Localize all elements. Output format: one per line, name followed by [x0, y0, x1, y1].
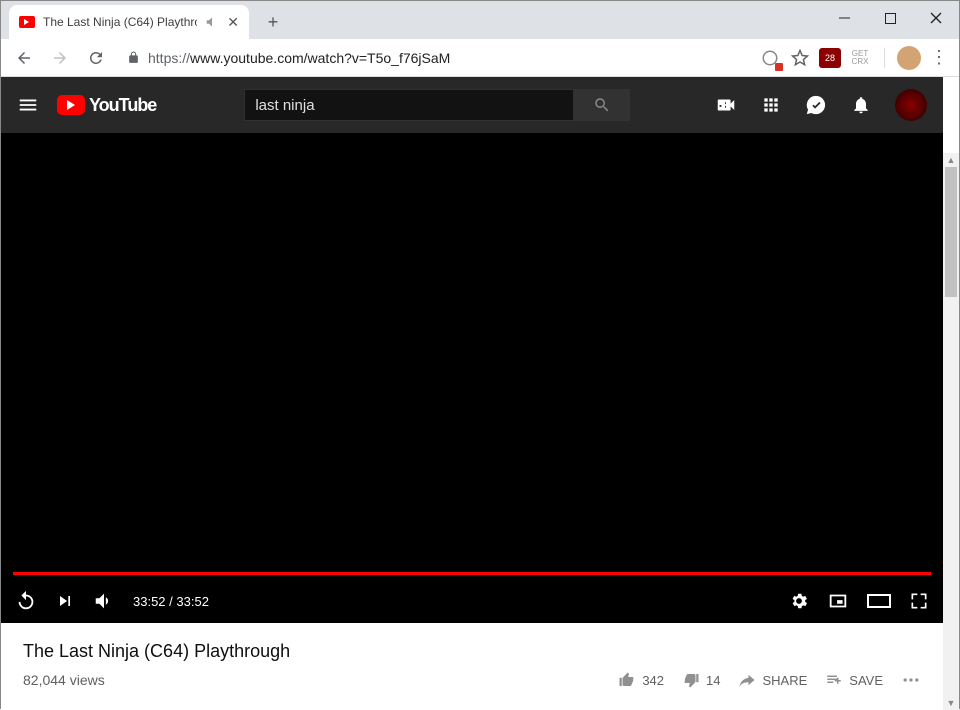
minimize-button[interactable]	[821, 3, 867, 33]
browser-tab[interactable]: The Last Ninja (C64) Playthro ✕	[9, 5, 249, 39]
notifications-bell-icon[interactable]	[851, 95, 871, 115]
more-actions-button[interactable]	[901, 670, 921, 690]
chrome-menu-icon[interactable]: ⋮	[927, 46, 951, 70]
theater-mode-icon[interactable]	[867, 592, 891, 610]
settings-gear-icon[interactable]	[789, 591, 809, 611]
vertical-scrollbar[interactable]: ▲ ▼	[943, 153, 959, 710]
search-form	[244, 89, 630, 121]
hamburger-menu-icon[interactable]	[17, 94, 41, 116]
search-input[interactable]	[244, 89, 574, 121]
view-count: 82,044 views	[23, 672, 105, 688]
miniplayer-icon[interactable]	[827, 590, 849, 612]
header-actions	[715, 89, 927, 121]
progress-bar[interactable]	[13, 572, 931, 575]
extension-translate-icon[interactable]	[758, 46, 782, 70]
save-button[interactable]: SAVE	[825, 671, 883, 689]
extension-getcrx-icon[interactable]: GETCRX	[848, 50, 872, 66]
new-tab-button[interactable]: +	[259, 8, 287, 36]
address-bar: https://www.youtube.com/watch?v=T5o_f76j…	[1, 39, 959, 77]
forward-button[interactable]	[45, 43, 75, 73]
mute-icon[interactable]	[205, 15, 219, 29]
youtube-header: YouTube	[1, 77, 943, 133]
player-controls: 33:52 / 33:52	[1, 579, 943, 623]
user-avatar[interactable]	[895, 89, 927, 121]
dislike-button[interactable]: 14	[682, 671, 720, 689]
next-icon[interactable]	[55, 591, 75, 611]
scroll-down-arrow[interactable]: ▼	[943, 696, 959, 710]
scroll-up-arrow[interactable]: ▲	[943, 153, 959, 167]
video-title: The Last Ninja (C64) Playthrough	[23, 641, 921, 662]
chrome-profile-avatar[interactable]	[897, 46, 921, 70]
window-controls	[821, 1, 959, 35]
divider	[884, 48, 885, 68]
time-display: 33:52 / 33:52	[133, 594, 209, 609]
extension-ublock-icon[interactable]: 28	[818, 46, 842, 70]
search-button[interactable]	[574, 89, 630, 121]
scrollbar-thumb[interactable]	[945, 167, 957, 297]
youtube-play-icon	[57, 95, 85, 115]
video-player[interactable]: 33:52 / 33:52	[1, 133, 943, 623]
create-video-icon[interactable]	[715, 94, 737, 116]
youtube-logo-text: YouTube	[89, 95, 156, 116]
page-content: YouTube 33:52 / 33:52 The Last	[1, 77, 959, 710]
video-metadata: The Last Ninja (C64) Playthrough 82,044 …	[1, 623, 943, 708]
bookmark-star-icon[interactable]	[788, 46, 812, 70]
apps-grid-icon[interactable]	[761, 95, 781, 115]
back-button[interactable]	[9, 43, 39, 73]
share-button[interactable]: SHARE	[738, 671, 807, 689]
close-window-button[interactable]	[913, 3, 959, 33]
messages-icon[interactable]	[805, 94, 827, 116]
reload-button[interactable]	[81, 43, 111, 73]
close-tab-icon[interactable]: ✕	[227, 14, 239, 31]
replay-icon[interactable]	[15, 590, 37, 612]
volume-icon[interactable]	[93, 590, 115, 612]
youtube-logo[interactable]: YouTube	[57, 95, 156, 116]
youtube-favicon	[19, 16, 35, 28]
like-button[interactable]: 342	[618, 671, 664, 689]
lock-icon	[127, 51, 140, 64]
fullscreen-icon[interactable]	[909, 591, 929, 611]
url-field[interactable]: https://www.youtube.com/watch?v=T5o_f76j…	[117, 44, 752, 72]
maximize-button[interactable]	[867, 3, 913, 33]
tab-title: The Last Ninja (C64) Playthro	[43, 15, 197, 29]
browser-tab-bar: The Last Ninja (C64) Playthro ✕ +	[1, 1, 959, 39]
url-text: https://www.youtube.com/watch?v=T5o_f76j…	[148, 50, 450, 66]
